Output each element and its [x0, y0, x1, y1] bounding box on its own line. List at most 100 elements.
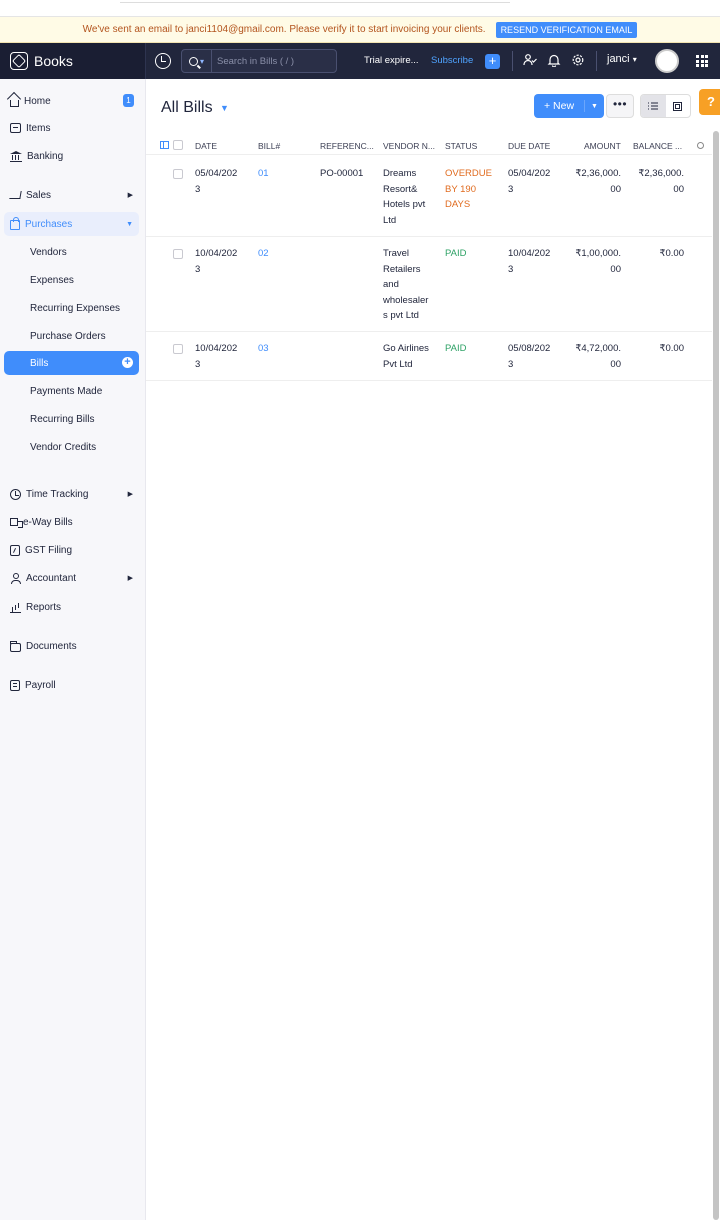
- gear-icon[interactable]: [570, 53, 586, 69]
- select-all-checkbox[interactable]: [173, 140, 183, 150]
- vendor-cell-line: Dreams: [383, 168, 417, 179]
- books-logo-icon: [10, 52, 28, 70]
- page-title[interactable]: All Bills: [161, 99, 213, 117]
- bill-number-link[interactable]: 03: [258, 341, 298, 357]
- vendor-cell-line: Pvt Ltd: [383, 358, 413, 370]
- scrollbar[interactable]: [712, 131, 720, 1220]
- table-row[interactable]: 05/04/202 3 01 PO-00001 Dreams Resort& Hotels …: [146, 157, 712, 237]
- sidebar-item-accountant[interactable]: Accountant ▶: [4, 566, 139, 590]
- help-button[interactable]: ?: [699, 89, 720, 115]
- status-badge: OVERDUE BY 190 DAYS: [445, 166, 501, 213]
- vendor-cell-line: Ltd: [383, 214, 397, 226]
- cart-icon: [9, 191, 22, 199]
- list-view-icon[interactable]: [641, 95, 666, 117]
- grid-view-icon[interactable]: [666, 95, 691, 117]
- sidebar-item-gst-filing[interactable]: GST Filing: [4, 538, 139, 562]
- bill-number-link[interactable]: 01: [258, 166, 298, 182]
- sidebar-item-label: GST Filing: [25, 544, 73, 556]
- user-menu[interactable]: janci ▾: [607, 53, 637, 65]
- add-bill-icon[interactable]: +: [122, 357, 133, 368]
- verification-banner: We've sent an email to janci1104@gmail.c…: [0, 17, 720, 43]
- column-header[interactable]: BALANCE ...: [633, 141, 682, 151]
- bill-number-link[interactable]: 02: [258, 246, 298, 262]
- sidebar-item-expenses[interactable]: Expenses: [4, 268, 139, 292]
- row-checkbox[interactable]: [173, 344, 183, 354]
- reference-cell: PO-00001: [320, 168, 364, 179]
- sidebar-item-label: Home: [24, 95, 51, 107]
- column-header[interactable]: DATE: [195, 141, 217, 151]
- notification-badge: 1: [123, 94, 134, 107]
- sidebar-item-recurring-expenses[interactable]: Recurring Expenses: [4, 296, 139, 320]
- sidebar-item-banking[interactable]: Banking: [4, 144, 139, 168]
- chevron-down-icon[interactable]: ▼: [585, 103, 604, 110]
- sidebar-item-sales[interactable]: Sales ▶: [4, 183, 139, 207]
- vendor-cell-line: and: [383, 279, 399, 290]
- sidebar-item-purchase-orders[interactable]: Purchase Orders: [4, 324, 139, 348]
- payroll-icon: [10, 679, 20, 691]
- balance-cell: ₹0.00: [619, 246, 684, 262]
- chevron-down-icon: ▾: [199, 56, 204, 66]
- sidebar-item-label: Payments Made: [30, 385, 103, 397]
- bell-icon[interactable]: [546, 53, 562, 69]
- column-header[interactable]: BILL#: [258, 141, 280, 151]
- row-checkbox[interactable]: [173, 249, 183, 259]
- sidebar-item-purchases[interactable]: Purchases ▼: [4, 212, 139, 236]
- search-scope-dropdown[interactable]: ▾: [182, 50, 212, 72]
- status-badge-line: OVERDUE: [445, 168, 492, 179]
- sidebar-item-bills[interactable]: Bills +: [4, 351, 139, 375]
- column-header[interactable]: REFERENC...: [320, 141, 374, 151]
- amount-cell: ₹2,36,000. 00: [556, 166, 621, 197]
- new-bill-button[interactable]: + New ▼: [534, 94, 604, 118]
- chevron-down-icon[interactable]: ▼: [220, 103, 229, 113]
- sidebar-item-home[interactable]: Home 1: [4, 89, 139, 113]
- sidebar-item-eway-bills[interactable]: e-Way Bills: [4, 510, 139, 534]
- balance-cell: ₹2,36,000. 00: [619, 166, 684, 197]
- column-header[interactable]: VENDOR N...: [383, 141, 435, 151]
- resend-verification-button[interactable]: RESEND VERIFICATION EMAIL: [495, 21, 638, 38]
- chevron-down-icon: ▾: [632, 55, 637, 64]
- column-header[interactable]: AMOUNT: [584, 141, 621, 151]
- column-header[interactable]: DUE DATE: [508, 141, 550, 151]
- sidebar-item-payments-made[interactable]: Payments Made: [4, 379, 139, 403]
- amount-cell-line: ₹4,72,000.: [575, 343, 621, 354]
- date-cell-line: 3: [195, 263, 201, 275]
- status-badge-line: DAYS: [445, 199, 471, 210]
- sidebar-item-label: Reports: [26, 601, 62, 613]
- sidebar-item-documents[interactable]: Documents: [4, 634, 139, 658]
- brand[interactable]: Books: [0, 43, 146, 79]
- table-header: DATE BILL# REFERENC... VENDOR N... STATU…: [146, 135, 712, 155]
- quick-create-button[interactable]: +: [485, 54, 500, 69]
- vendor-cell: Travel Retailers and wholesaler s pvt Ltd: [383, 246, 439, 324]
- items-icon: [10, 123, 21, 133]
- search-input[interactable]: [212, 55, 332, 67]
- new-button-label: + New: [534, 100, 585, 112]
- divider: [596, 51, 597, 71]
- search-box[interactable]: ▾: [181, 49, 337, 73]
- row-checkbox[interactable]: [173, 169, 183, 179]
- divider: [512, 51, 513, 71]
- chevron-right-icon: ▶: [127, 491, 133, 498]
- recent-history-icon[interactable]: [155, 53, 171, 69]
- column-header[interactable]: STATUS: [445, 141, 477, 151]
- sidebar-item-vendors[interactable]: Vendors: [4, 240, 139, 264]
- table-search-icon[interactable]: [697, 142, 704, 149]
- vendor-cell: Go Airlines Pvt Ltd: [383, 341, 439, 372]
- sidebar-item-time-tracking[interactable]: Time Tracking ▶: [4, 482, 139, 506]
- status-badge-line: PAID: [445, 343, 467, 354]
- trial-status[interactable]: Trial expire...: [364, 55, 419, 66]
- sidebar-item-payroll[interactable]: Payroll: [4, 673, 139, 697]
- sidebar-item-label: Expenses: [30, 274, 74, 286]
- sidebar-item-items[interactable]: Items: [4, 116, 139, 140]
- sidebar-item-reports[interactable]: Reports: [4, 595, 139, 619]
- subscribe-link[interactable]: Subscribe: [431, 55, 473, 66]
- sidebar-item-vendor-credits[interactable]: Vendor Credits: [4, 435, 139, 459]
- users-icon[interactable]: [522, 53, 538, 69]
- avatar[interactable]: [655, 49, 679, 73]
- table-row[interactable]: 10/04/202 3 02 Travel Retailers and wholesaler…: [146, 237, 712, 332]
- app-grid-icon[interactable]: [696, 55, 708, 67]
- column-settings-icon[interactable]: [160, 141, 169, 149]
- table-row[interactable]: 10/04/202 3 03 Go Airlines Pvt Ltd PAID 05/08/…: [146, 332, 712, 381]
- sidebar-item-recurring-bills[interactable]: Recurring Bills: [4, 407, 139, 431]
- reports-icon: [10, 602, 21, 613]
- more-options-button[interactable]: •••: [606, 94, 634, 118]
